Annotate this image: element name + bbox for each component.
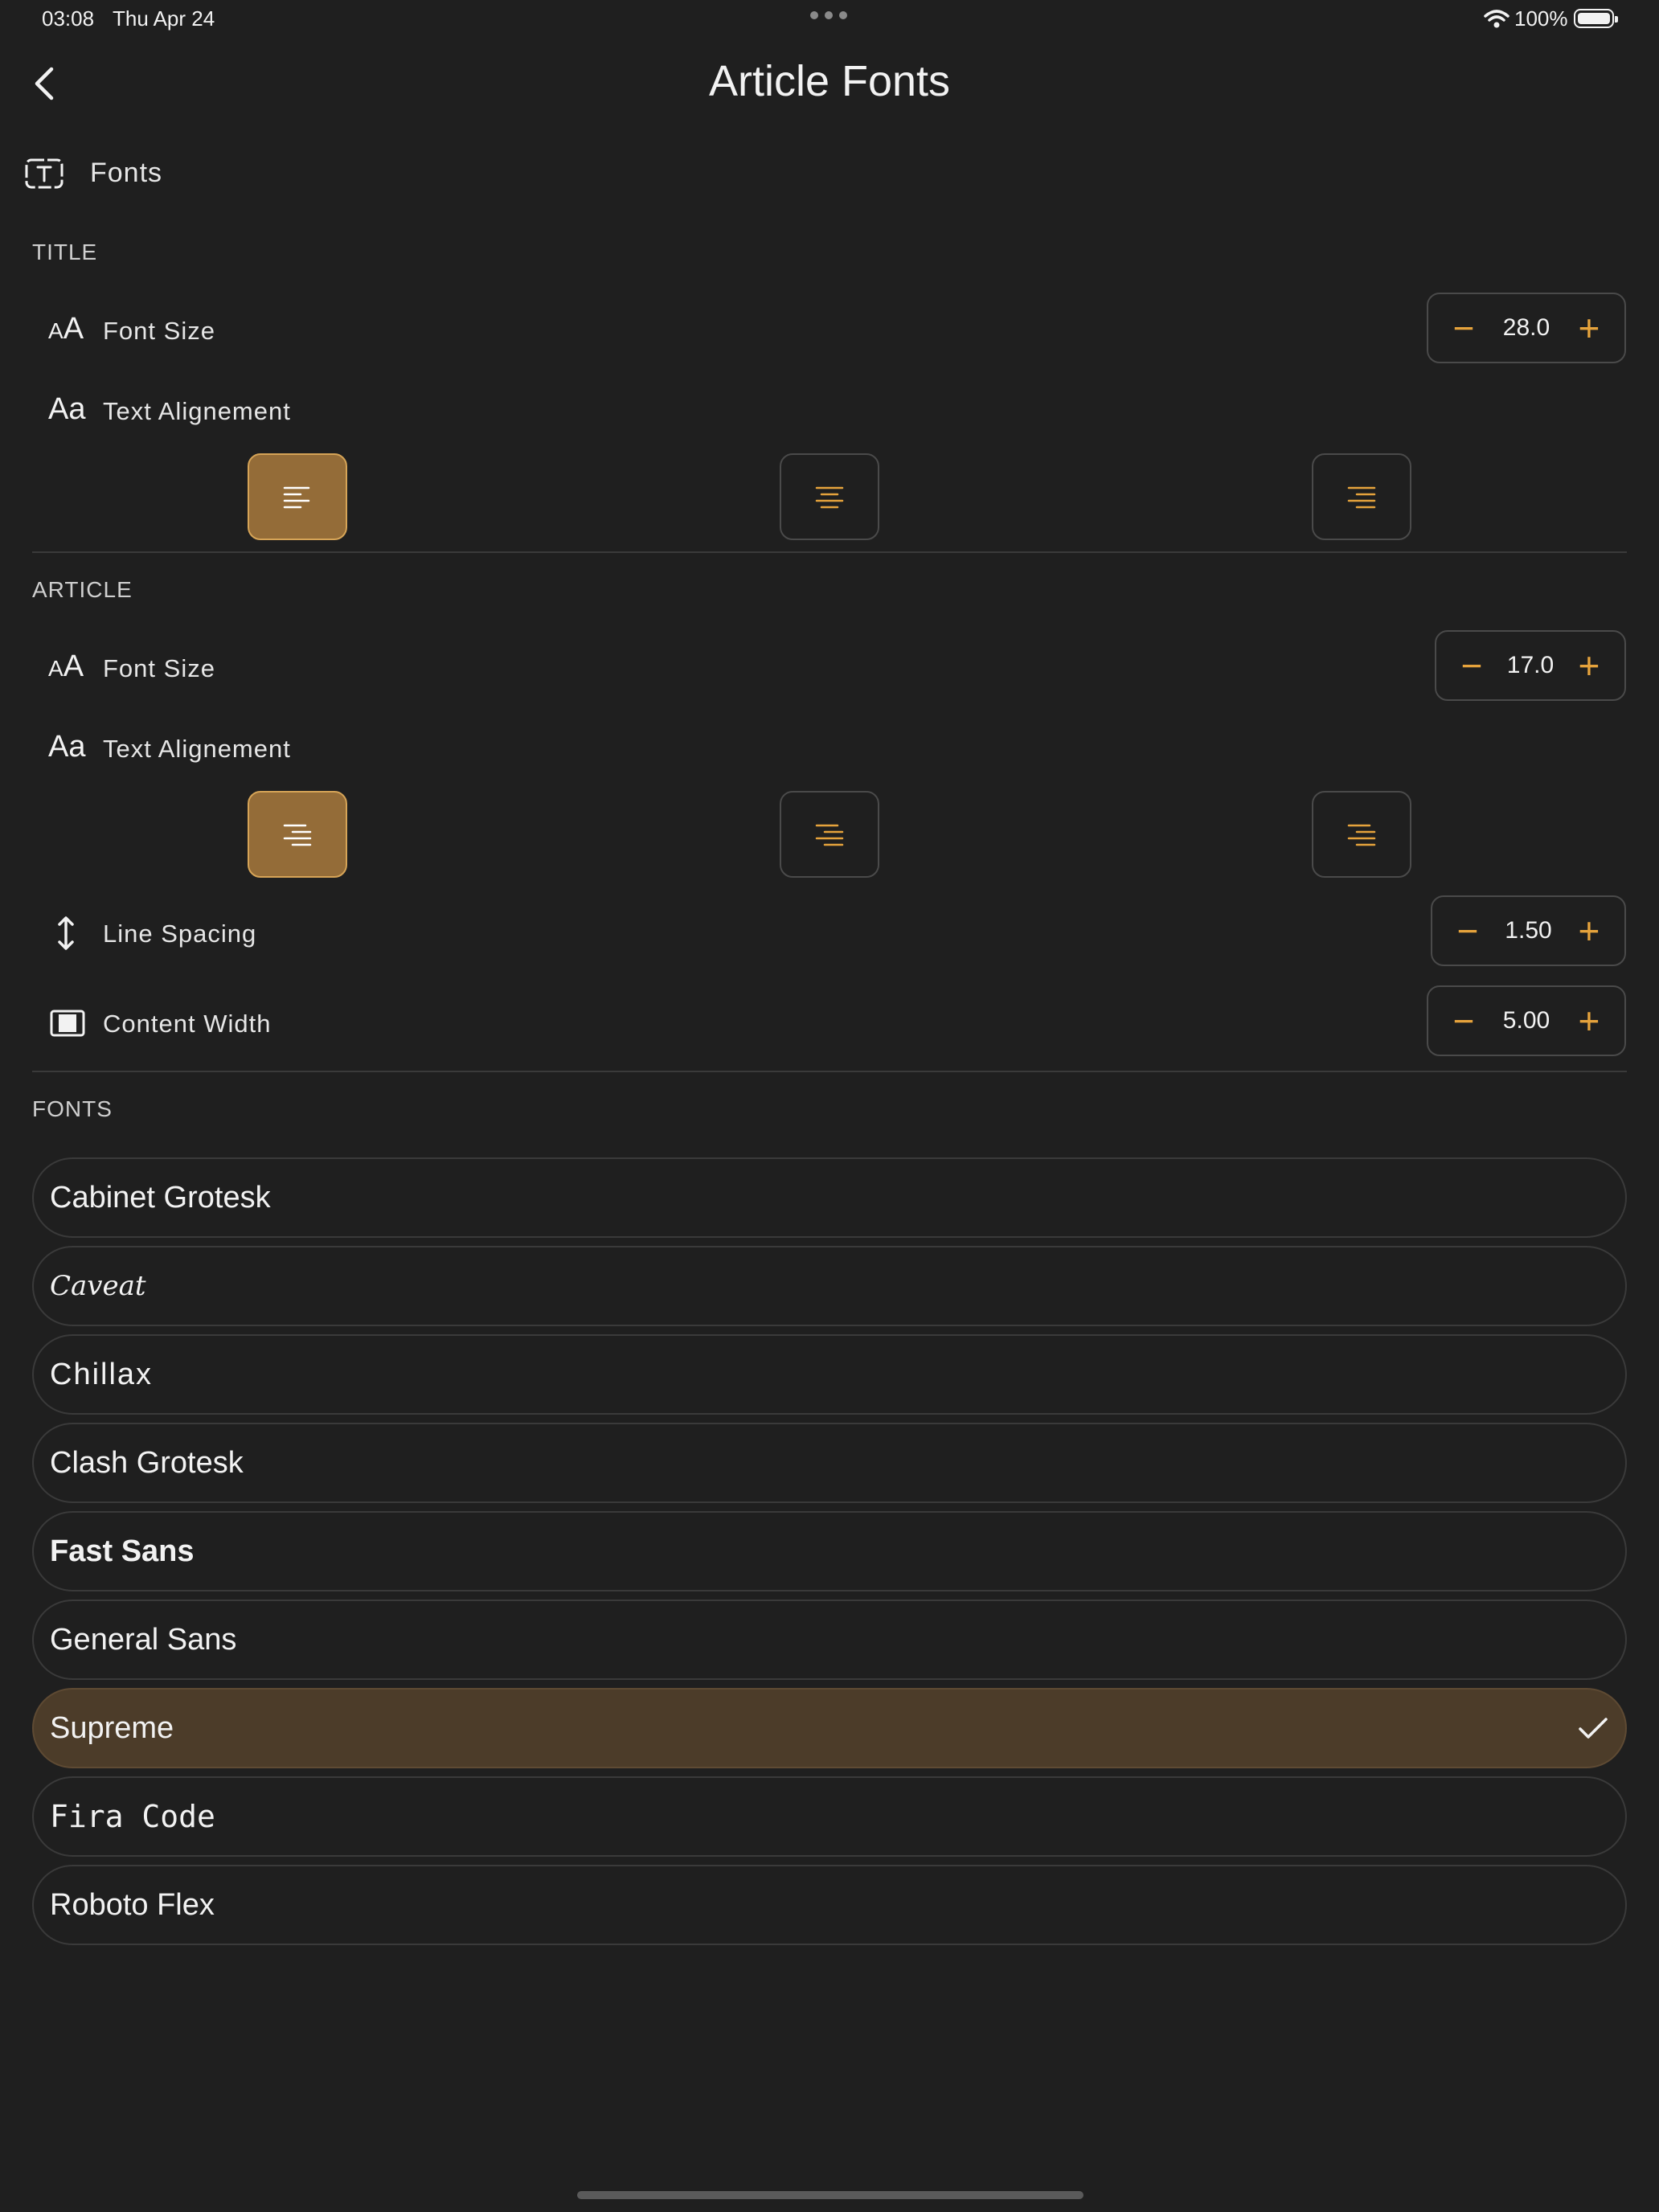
font-name: Clash Grotesk [50, 1445, 244, 1480]
divider [32, 1071, 1627, 1072]
title-align-left-button[interactable] [248, 453, 347, 540]
page-title: Article Fonts [708, 57, 951, 105]
section-article-label: ARTICLE [32, 577, 133, 602]
text-box-icon [25, 158, 63, 189]
article-font-size-value: 17.0 [1506, 652, 1555, 678]
font-option-cabinet-grotesk[interactable]: Cabinet Grotesk [32, 1157, 1627, 1238]
font-option-chillax[interactable]: Chillax [32, 1334, 1627, 1415]
title-font-size-stepper: − 28.0 + [1427, 293, 1626, 363]
status-time: 03:08 [42, 6, 95, 31]
decrement-button[interactable]: − [1456, 647, 1488, 684]
article-align-left-button[interactable] [248, 791, 347, 878]
article-font-size-label: Font Size [103, 654, 215, 682]
align-center-icon [815, 486, 844, 509]
article-font-size-stepper: − 17.0 + [1435, 630, 1626, 701]
title-font-size-label: Font Size [103, 317, 215, 345]
content-width-stepper: − 5.00 + [1427, 985, 1626, 1056]
checkmark-icon [1579, 1718, 1608, 1739]
article-align-center-button[interactable] [780, 791, 879, 878]
increment-button[interactable]: + [1573, 647, 1605, 684]
font-option-fast-sans[interactable]: Fast Sans [32, 1511, 1627, 1591]
decrement-button[interactable]: − [1452, 912, 1484, 949]
font-option-supreme[interactable]: Supreme [32, 1688, 1627, 1768]
wifi-icon [1484, 10, 1509, 28]
align-right-icon [1347, 486, 1376, 509]
font-option-roboto-flex[interactable]: Roboto Flex [32, 1865, 1627, 1945]
font-size-icon: AA [48, 649, 84, 683]
font-name: Fast Sans [50, 1534, 195, 1568]
font-name: Roboto Flex [50, 1887, 215, 1922]
align-right-icon [1347, 824, 1376, 846]
increment-button[interactable]: + [1573, 309, 1605, 346]
multitasking-dots[interactable] [810, 11, 847, 19]
content-width-icon [50, 1010, 85, 1037]
article-alignment-label: Text Alignement [103, 735, 291, 763]
title-alignment-label: Text Alignement [103, 397, 291, 425]
align-left-icon [283, 486, 310, 509]
font-option-clash-grotesk[interactable]: Clash Grotesk [32, 1423, 1627, 1503]
align-right-icon [815, 824, 844, 846]
font-name: Cabinet Grotesk [50, 1180, 271, 1215]
text-alignment-icon: Aa [48, 730, 86, 764]
font-name: Fira Code [50, 1799, 215, 1834]
increment-button[interactable]: + [1573, 1002, 1605, 1039]
home-indicator [577, 2191, 1083, 2199]
line-spacing-label: Line Spacing [103, 920, 257, 948]
font-option-general-sans[interactable]: General Sans [32, 1600, 1627, 1680]
decrement-button[interactable]: − [1448, 309, 1480, 346]
vertical-arrows-icon [58, 916, 74, 950]
section-fonts-label: FONTS [32, 1096, 113, 1121]
divider [32, 551, 1627, 553]
line-spacing-stepper: − 1.50 + [1431, 895, 1626, 966]
font-option-caveat[interactable]: Caveat [32, 1246, 1627, 1326]
title-align-center-button[interactable] [780, 453, 879, 540]
status-date: Thu Apr 24 [113, 6, 215, 31]
article-align-right-button[interactable] [1312, 791, 1411, 878]
font-name: Chillax [50, 1357, 154, 1391]
content-width-label: Content Width [103, 1010, 272, 1038]
line-spacing-value: 1.50 [1505, 917, 1552, 944]
font-size-icon: AA [48, 312, 84, 346]
font-name: Caveat [50, 1270, 146, 1302]
align-right-icon [283, 824, 312, 846]
font-option-fira-code[interactable]: Fira Code [32, 1776, 1627, 1857]
battery-percent: 100% [1514, 6, 1568, 31]
battery-icon [1574, 9, 1618, 28]
increment-button[interactable]: + [1573, 912, 1605, 949]
text-alignment-icon: Aa [48, 392, 86, 426]
font-name: General Sans [50, 1622, 237, 1657]
content-width-value: 5.00 [1502, 1007, 1550, 1034]
title-align-right-button[interactable] [1312, 453, 1411, 540]
font-name: Supreme [50, 1710, 174, 1745]
title-font-size-value: 28.0 [1502, 314, 1550, 341]
decrement-button[interactable]: − [1448, 1002, 1480, 1039]
fonts-header-label: Fonts [90, 158, 163, 188]
section-title-label: TITLE [32, 240, 98, 264]
